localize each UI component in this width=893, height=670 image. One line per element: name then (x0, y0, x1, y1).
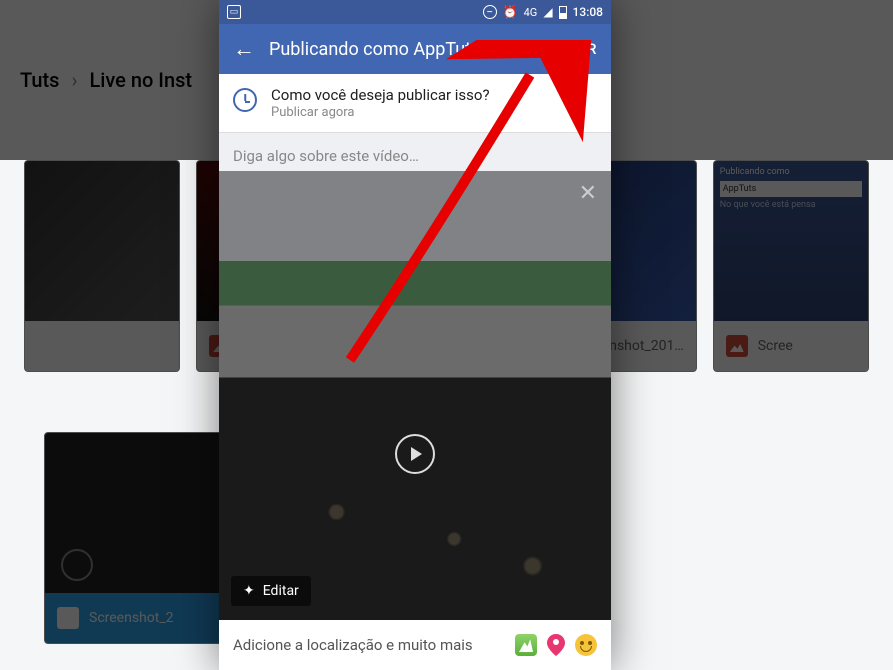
card-label: Screenshot_2 (89, 610, 174, 626)
image-icon (726, 335, 748, 357)
clock-text: 13:08 (573, 5, 603, 19)
placeholder-card (24, 160, 180, 372)
android-statusbar: ▭ − ⏰ 4G ◢ 13:08 (219, 0, 611, 24)
emoji-icon[interactable] (575, 634, 597, 656)
add-location-row[interactable]: Adicione a localização e muito mais (219, 620, 611, 670)
file-card: Publicando como AppTuts No que você está… (713, 160, 869, 372)
card-label: Scree (758, 338, 793, 354)
edit-label: Editar (263, 583, 299, 599)
alarm-icon: ⏰ (503, 5, 518, 19)
app-bar: ← Publicando como AppTuts PUBLICAR (219, 24, 611, 74)
image-icon (57, 607, 79, 629)
appbar-title: Publicando como AppTuts (269, 39, 509, 60)
back-button[interactable]: ← (233, 36, 255, 62)
network-type: 4G (524, 6, 538, 19)
caption-input[interactable]: Diga algo sobre este vídeo… (219, 133, 611, 171)
clock-icon (233, 88, 257, 112)
image-notification-icon: ▭ (227, 5, 241, 19)
edit-video-button[interactable]: ✦ Editar (231, 576, 311, 606)
thumb-user: AppTuts (720, 181, 862, 197)
location-pin-icon[interactable] (547, 634, 565, 656)
photo-icon[interactable] (515, 634, 537, 656)
location-text: Adicione a localização e muito mais (233, 636, 505, 655)
schedule-question: Como você deseja publicar isso? (271, 86, 490, 104)
schedule-answer: Publicar agora (271, 105, 490, 120)
schedule-row[interactable]: Como você deseja publicar isso? Publicar… (219, 74, 611, 133)
file-card: Screenshot_2 (44, 432, 224, 644)
remove-video-button[interactable]: ✕ (579, 181, 597, 206)
signal-icon: ◢ (543, 5, 552, 19)
magic-wand-icon: ✦ (243, 583, 255, 599)
battery-icon (559, 6, 567, 19)
breadcrumb-part: Live no Inst (89, 68, 192, 92)
chevron-right-icon: › (71, 68, 77, 92)
play-button[interactable] (395, 434, 435, 474)
video-preview: ✕ ✦ Editar (219, 171, 611, 620)
publish-button[interactable]: PUBLICAR (523, 40, 597, 58)
thumb-title: Publicando como (720, 167, 862, 177)
phone-screen: ▭ − ⏰ 4G ◢ 13:08 ← Publicando como AppTu… (219, 0, 611, 670)
thumb-hint: No que você está pensa (720, 200, 862, 210)
dnd-icon: − (483, 5, 497, 19)
breadcrumb-part: Tuts (20, 68, 59, 92)
